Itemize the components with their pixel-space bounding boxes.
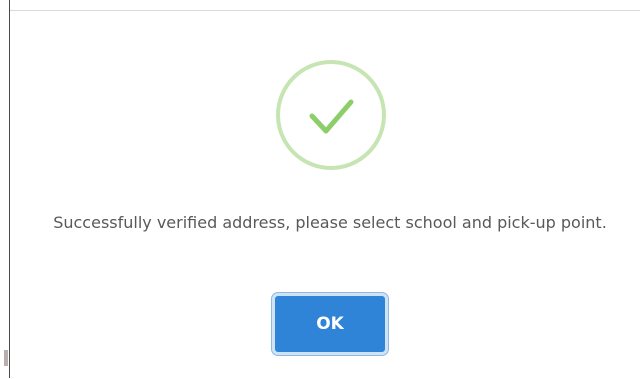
success-dialog: Successfully verified address, please se… [10,10,640,379]
success-message: Successfully verified address, please se… [53,213,607,232]
ok-button[interactable]: OK [272,293,388,355]
checkmark-icon [309,99,354,134]
background-window-fragment [4,350,8,366]
checkmark-success-icon [276,60,386,170]
